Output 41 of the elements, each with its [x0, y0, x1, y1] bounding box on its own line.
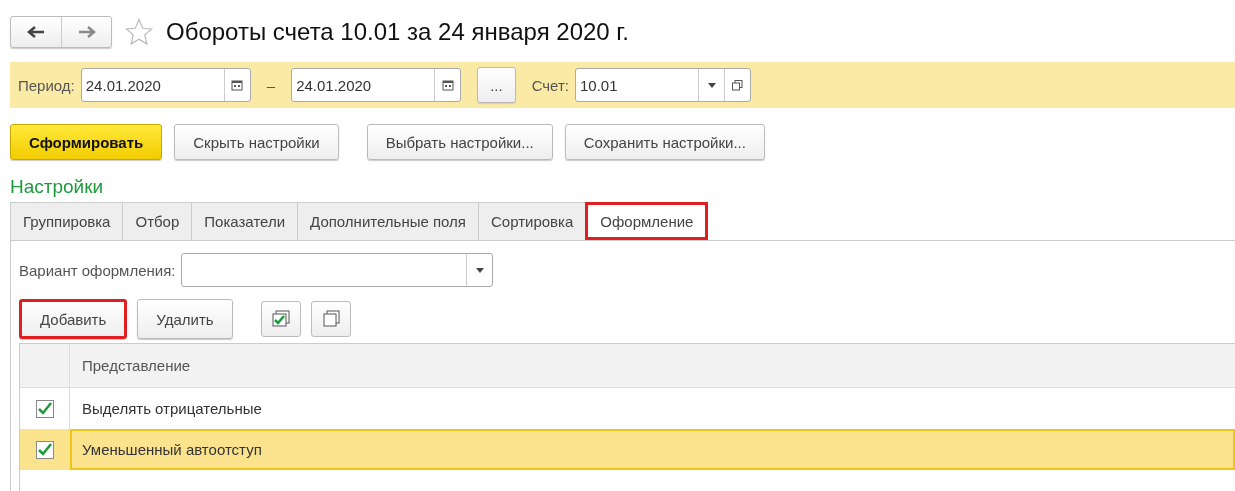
action-button[interactable]: Выбрать настройки...	[366, 124, 553, 160]
period-picker-button[interactable]: ...	[477, 67, 516, 103]
tab[interactable]: Дополнительные поля	[297, 202, 479, 240]
calendar-icon	[441, 79, 454, 91]
tab[interactable]: Группировка	[10, 202, 124, 240]
variant-label: Вариант оформления:	[19, 261, 176, 279]
checked-copies-icon	[270, 310, 291, 328]
dash: –	[266, 76, 276, 94]
table-cell-text: Выделять отрицательные	[81, 399, 263, 419]
toolbar-button[interactable]: Добавить	[19, 299, 128, 339]
account-label: Счет:	[531, 76, 569, 94]
arrow-right-icon	[77, 26, 96, 38]
arrow-left-icon	[27, 26, 45, 38]
tab[interactable]: Отбор	[122, 202, 193, 240]
account-field[interactable]: 10.01	[575, 68, 751, 102]
caret-icon	[475, 267, 484, 273]
checkmark-icon	[36, 442, 53, 457]
settings-heading: Настройки	[10, 176, 105, 198]
period-label: Период:	[18, 76, 75, 94]
check-all-button[interactable]	[260, 301, 301, 337]
variant-dropdown[interactable]	[181, 253, 494, 287]
star-icon[interactable]	[124, 17, 154, 47]
date-to-field[interactable]: 24.01.2020	[291, 68, 462, 102]
tab[interactable]: Оформление	[585, 202, 709, 240]
checkmark-icon	[36, 401, 53, 416]
checkbox[interactable]	[35, 440, 54, 459]
open-icon	[732, 79, 743, 91]
generate-button[interactable]: Сформировать	[10, 124, 163, 160]
window-title: Обороты счета 10.01 за 24 января 2020 г.	[166, 18, 629, 46]
calendar-icon	[231, 79, 244, 91]
date-from-field[interactable]: 24.01.2020	[80, 68, 251, 102]
tab[interactable]: Сортировка	[478, 202, 587, 240]
checkbox[interactable]	[35, 399, 54, 418]
uncheck-all-button[interactable]	[310, 301, 351, 337]
action-button[interactable]: Скрыть настройки	[174, 124, 339, 160]
action-button[interactable]: Сохранить настройки...	[564, 124, 765, 160]
caret-icon	[707, 82, 716, 88]
tab[interactable]: Показатели	[191, 202, 299, 240]
copies-icon	[320, 310, 341, 328]
toolbar-button[interactable]: Удалить	[137, 299, 233, 339]
column-header: Представление	[81, 356, 192, 376]
